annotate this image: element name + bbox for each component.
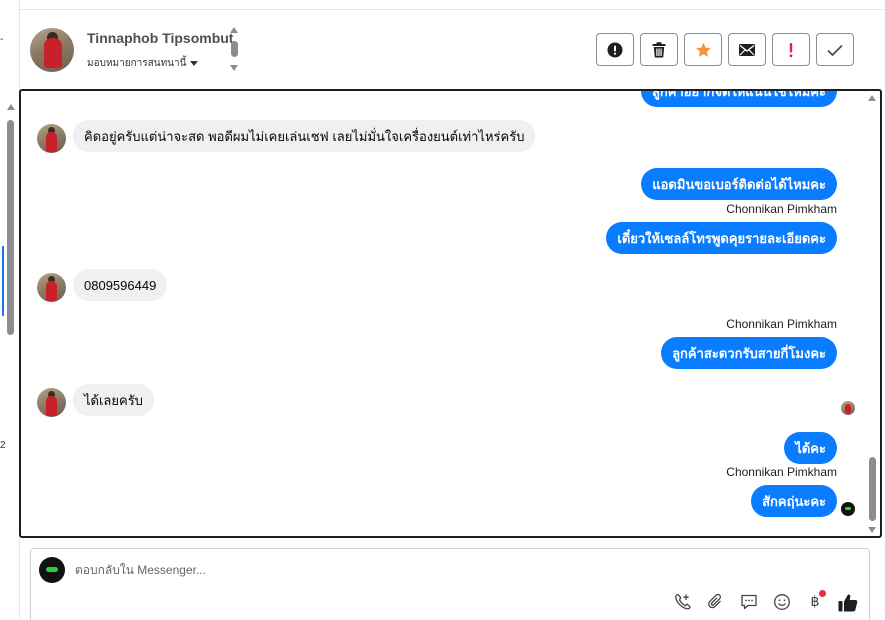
message-bubble-outgoing[interactable]: ลูกค้าอยากจัดให้แน่นใช่ไหมคะ: [640, 91, 837, 107]
message-bubble-incoming[interactable]: 0809596449: [73, 269, 168, 301]
reply-input[interactable]: [75, 563, 675, 577]
contact-avatar-small: [37, 388, 66, 417]
scroll-down-icon[interactable]: [868, 527, 876, 533]
star-button[interactable]: [684, 33, 722, 66]
conversation-actions: [596, 33, 854, 66]
left-tick-bottom: 2: [0, 440, 6, 451]
delete-button[interactable]: [640, 33, 678, 66]
attachment-icon[interactable]: [705, 591, 727, 613]
sender-name: Chonnikan Pimkham: [726, 317, 837, 331]
star-icon: [695, 42, 711, 57]
scroll-thumb[interactable]: [7, 120, 14, 335]
baht-icon[interactable]: ฿: [804, 590, 826, 613]
message-bubble-outgoing[interactable]: แอดมินขอเบอร์ติดต่อได้ไหมคะ: [641, 168, 837, 200]
saved-reply-icon[interactable]: [738, 591, 760, 613]
assign-conversation-dropdown[interactable]: มอบหมายการสนทนานี้: [87, 56, 199, 71]
check-icon: [827, 44, 843, 56]
seen-receipt-avatar: [841, 401, 855, 415]
active-indicator: [2, 246, 4, 316]
mark-important-button[interactable]: [772, 33, 810, 66]
contact-avatar-small: [37, 273, 66, 302]
sender-name: Chonnikan Pimkham: [726, 465, 837, 479]
like-icon[interactable]: [837, 591, 859, 613]
message-thread[interactable]: ลูกค้าอยากจัดให้แน่นใช่ไหมคะ คิดอยู่ครับ…: [19, 89, 882, 538]
message-bubble-outgoing[interactable]: ได้คะ: [784, 432, 837, 464]
scroll-up-icon[interactable]: [230, 27, 238, 33]
scroll-up-icon[interactable]: [7, 104, 15, 110]
conversation-header: Tinnaphob Tipsombut มอบหมายการสนทนานี้: [20, 10, 885, 90]
mark-done-button[interactable]: [816, 33, 854, 66]
left-scrollbar[interactable]: [6, 104, 16, 335]
scroll-thumb[interactable]: [869, 457, 876, 521]
page-seen-avatar: [841, 502, 855, 516]
exclamation-circle-icon: [607, 42, 623, 57]
emoji-icon[interactable]: [771, 591, 793, 613]
scroll-thumb[interactable]: [231, 41, 238, 57]
scroll-down-icon[interactable]: [230, 65, 238, 71]
scroll-up-icon[interactable]: [868, 95, 876, 101]
message-bubble-incoming[interactable]: คิดอยู่ครับแต่น่าจะสด พอดีผมไม่เคยเล่นเช…: [73, 120, 536, 152]
left-tick-top: -: [0, 34, 4, 45]
exclamation-icon: [789, 42, 793, 57]
reply-composer: ฿: [30, 548, 870, 620]
page-avatar: [39, 557, 65, 583]
inbox-conversation-view: - 2 Tinnaphob Tipsombut มอบหมายการสนทนาน…: [0, 0, 885, 620]
baht-symbol: ฿: [810, 594, 820, 610]
sender-name: Chonnikan Pimkham: [726, 202, 837, 216]
trash-icon: [652, 41, 666, 57]
message-bubble-outgoing[interactable]: ลูกค้าสะดวกรับสายกี่โมงคะ: [661, 337, 837, 369]
message-bubble-outgoing[interactable]: สักคฤ่นะคะ: [751, 485, 837, 517]
call-add-icon[interactable]: [672, 591, 694, 613]
header-scrollbar[interactable]: [230, 27, 240, 73]
message-bubble-outgoing[interactable]: เดี๋ยวให้เซลล์โทรพูดคุยรายละเอียดคะ: [606, 222, 837, 254]
message-bubble-incoming[interactable]: ได้เลยครับ: [73, 384, 154, 416]
composer-tools: ฿: [672, 590, 859, 613]
caret-down-icon: [190, 60, 199, 66]
contact-name[interactable]: Tinnaphob Tipsombut: [87, 30, 233, 46]
report-spam-button[interactable]: [596, 33, 634, 66]
notification-dot: [819, 590, 826, 597]
thread-scrollbar[interactable]: [868, 93, 878, 536]
mark-unread-button[interactable]: [728, 33, 766, 66]
envelope-icon: [739, 43, 755, 56]
assign-label: มอบหมายการสนทนานี้: [87, 58, 187, 69]
left-panel-edge: - 2: [0, 0, 20, 620]
contact-avatar-small: [37, 124, 66, 153]
contact-avatar[interactable]: [30, 28, 74, 72]
